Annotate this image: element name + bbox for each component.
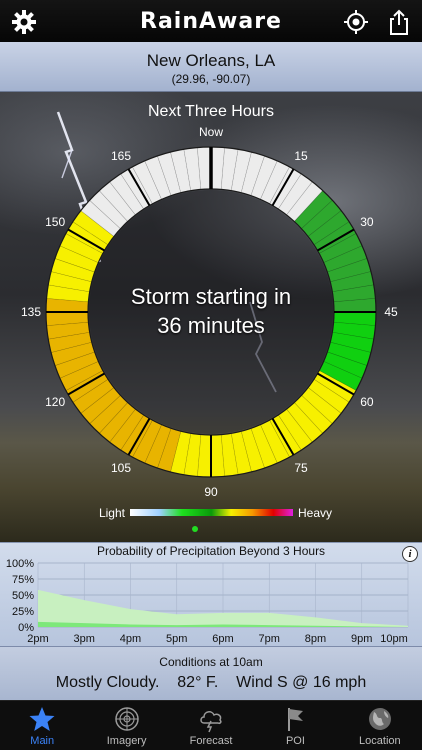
ring-tick-label: 90	[204, 485, 218, 499]
ring-tick-label: 165	[111, 149, 131, 163]
conditions-title: Conditions at 10am	[159, 655, 263, 669]
tab-poi[interactable]: POI	[253, 701, 337, 750]
ring-tick-label: 30	[360, 215, 374, 229]
probability-panel: 100% 75% 50% 25% 0% 2pm 3pm 4pm 5pm 6pm 7pm 8pm 9pm…	[0, 542, 422, 646]
x-tick-label: 2pm	[27, 633, 48, 645]
y-tick-label: 50%	[12, 590, 34, 602]
cloud-lightning-icon	[200, 711, 222, 733]
legend-heavy-label: Heavy	[298, 506, 332, 520]
x-tick-label: 9pm	[351, 633, 372, 645]
x-tick-label: 7pm	[259, 633, 280, 645]
ring-tick-label: 105	[111, 461, 131, 475]
legend-bar	[130, 509, 293, 516]
probability-title: Probability of Precipitation Beyond 3 Ho…	[96, 544, 326, 558]
globe-icon	[368, 708, 391, 730]
x-tick-label: 6pm	[212, 633, 233, 645]
share-icon[interactable]	[385, 8, 413, 36]
conditions-panel: Conditions at 10am Mostly Cloudy. 82° F.…	[0, 646, 422, 700]
storm-message: Storm starting in 36 minutes	[96, 282, 326, 340]
ring-tick-label: 75	[294, 461, 308, 475]
tab-location-label: Location	[359, 735, 401, 747]
star-icon	[29, 707, 55, 731]
probability-chart: 100%75%50%25%0% 2pm 3pm 4pm 5pm 6pm 7pm 8pm 9pm…	[6, 558, 409, 645]
legend-light-label: Light	[99, 506, 126, 520]
flag-icon	[288, 708, 304, 731]
tab-poi-label: POI	[285, 735, 305, 747]
tab-bar: Main Imagery Forecast POI Location	[0, 700, 422, 750]
ring-tick-label: 135	[21, 305, 41, 319]
forecast-ring-panel: Next Three Hours Now 15 30 45 60 75 90 105 120 13…	[0, 92, 422, 542]
location-coords: (29.96, -90.07)	[171, 72, 251, 86]
top-nav-bar: RainAware	[0, 0, 422, 42]
tab-main[interactable]: Main	[0, 701, 84, 750]
ring-tick-label: 120	[45, 395, 65, 409]
tab-location[interactable]: Location	[338, 701, 422, 750]
x-tick-label: 4pm	[120, 633, 141, 645]
x-tick-label: 5pm	[166, 633, 187, 645]
ring-tick-label: 60	[360, 395, 374, 409]
chart-x-ticks: 2pm 3pm 4pm 5pm 6pm 7pm 8pm 9pm 10pm	[27, 633, 407, 645]
tab-imagery-label: Imagery	[106, 735, 147, 747]
chart-y-ticks: 100%75%50%25%0%	[6, 558, 34, 634]
ring-tick-label: Now	[199, 125, 223, 139]
tab-forecast-label: Forecast	[189, 735, 233, 747]
x-tick-label: 3pm	[74, 633, 95, 645]
ring-tick-label: 15	[294, 149, 308, 163]
y-tick-label: 75%	[12, 574, 34, 586]
tab-forecast[interactable]: Forecast	[169, 701, 253, 750]
location-city: New Orleans, LA	[146, 51, 276, 70]
info-icon[interactable]: i	[402, 546, 418, 562]
locate-icon[interactable]	[342, 8, 370, 36]
tab-main-label: Main	[30, 735, 55, 747]
storm-message-line2: 36 minutes	[157, 313, 265, 338]
x-tick-label: 10pm	[380, 633, 408, 645]
ring-title: Next Three Hours	[148, 103, 274, 120]
y-tick-label: 25%	[12, 606, 34, 618]
radar-icon	[114, 707, 139, 731]
ring-tick-label: 45	[384, 305, 398, 319]
conditions-temperature: 82° F.	[177, 674, 219, 691]
legend-marker	[192, 526, 198, 532]
x-tick-label: 8pm	[305, 633, 326, 645]
conditions-summary: Mostly Cloudy.	[55, 674, 160, 691]
conditions-wind: Wind S @ 16 mph	[236, 674, 367, 691]
tab-imagery[interactable]: Imagery	[84, 701, 168, 750]
storm-message-line1: Storm starting in	[130, 284, 292, 309]
location-header[interactable]: New Orleans, LA (29.96, -90.07)	[0, 42, 422, 92]
conditions-line: Mostly Cloudy. 82° F. Wind S @ 16 mph	[0, 674, 422, 692]
ring-tick-label: 150	[45, 215, 65, 229]
y-tick-label: 100%	[6, 558, 34, 570]
